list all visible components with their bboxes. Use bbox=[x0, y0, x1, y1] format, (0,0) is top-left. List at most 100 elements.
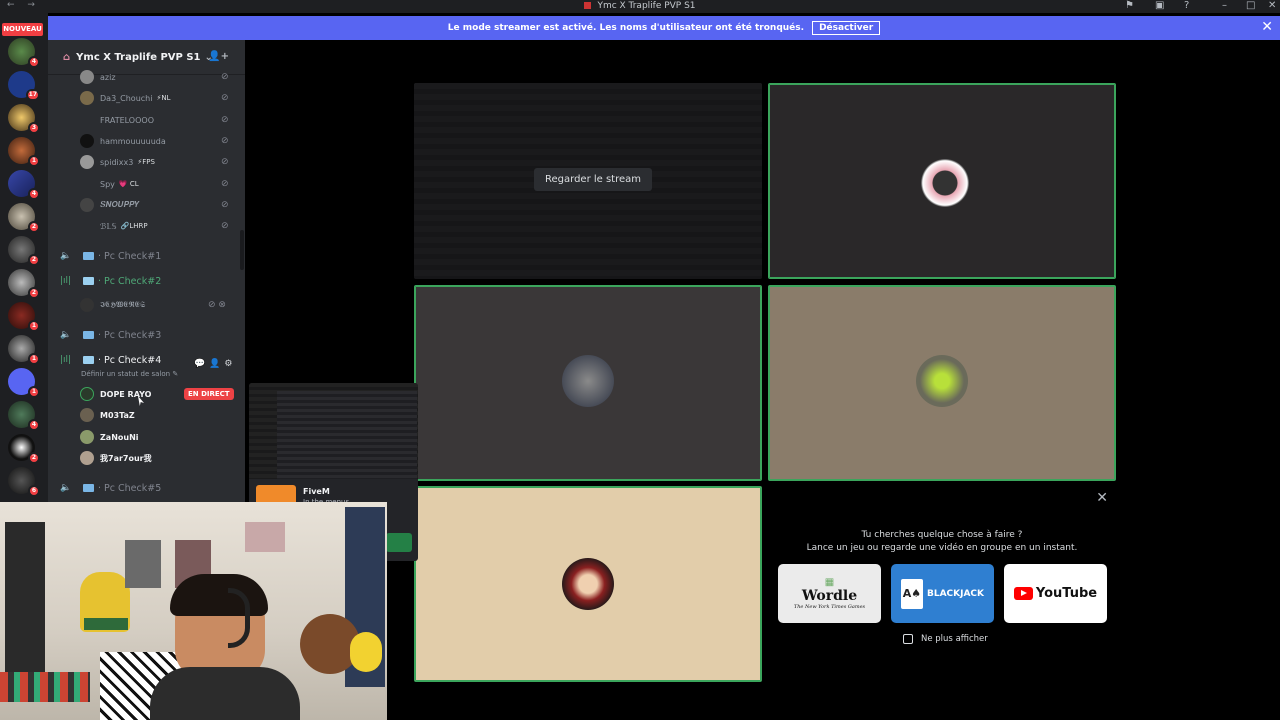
server-icon[interactable]: 4 bbox=[8, 401, 40, 431]
card-title: BLACKJACK bbox=[926, 588, 985, 599]
participant-tile[interactable] bbox=[768, 83, 1116, 279]
channel-name: Pc Check#1 bbox=[104, 250, 162, 262]
avatar bbox=[80, 198, 94, 212]
unread-badge: 2 bbox=[28, 221, 40, 233]
server-header[interactable]: ⌂ Ymc X Traplife PVP S1 ⌄ 👤+ bbox=[48, 40, 245, 75]
blackjack-card[interactable]: A♠ BLACKJACK bbox=[891, 564, 994, 623]
unread-badge: 4 bbox=[28, 188, 40, 200]
server-icon[interactable]: 3 bbox=[8, 104, 40, 134]
server-icon[interactable]: 17 bbox=[8, 71, 40, 101]
checkbox[interactable] bbox=[903, 634, 913, 644]
voice-user[interactable]: 我7ar7our我 bbox=[80, 449, 152, 467]
voice-user[interactable]: spidixx3 ⚡FPS bbox=[80, 153, 155, 171]
voice-channel-pc-check-3[interactable]: 🔈 · Pc Check#3 bbox=[60, 326, 161, 344]
discord-icon[interactable]: 1 bbox=[8, 368, 40, 398]
voice-user[interactable]: hammouuuuuda bbox=[80, 132, 166, 150]
voice-user[interactable]: Da3_Chouchi ⚡NL bbox=[80, 89, 171, 107]
unread-badge: 1 bbox=[28, 353, 40, 365]
stream-thumbnail bbox=[249, 383, 418, 479]
banner-close-icon[interactable]: ✕ bbox=[1261, 19, 1273, 35]
close-icon[interactable]: ✕ bbox=[1096, 490, 1108, 506]
monitor-icon bbox=[83, 277, 94, 285]
channel-actions[interactable]: 💬👤⚙ bbox=[194, 359, 236, 369]
card-title: YouTube bbox=[1035, 586, 1098, 601]
add-member-icon[interactable]: 👤+ bbox=[208, 51, 229, 62]
server-icon[interactable]: 2 bbox=[8, 203, 40, 233]
channel-name: Pc Check#4 bbox=[104, 354, 162, 366]
kick-sign bbox=[84, 618, 128, 630]
avatar bbox=[80, 219, 94, 233]
user-name: ZaNouNi bbox=[100, 432, 139, 442]
voice-user[interactable]: ZaNouNi bbox=[80, 428, 139, 446]
voice-user[interactable]: 𝕴𝕮𝕳𝖂𝕰𝕽𝕰𝕾 bbox=[80, 296, 145, 314]
deactivate-button[interactable]: Désactiver bbox=[812, 21, 881, 35]
deafened-icon: ⊘ bbox=[221, 200, 229, 210]
monitor-icon bbox=[83, 484, 94, 492]
game-name: FiveM bbox=[303, 487, 330, 496]
avatar bbox=[80, 408, 94, 422]
title-bar: ← → Ymc X Traplife PVP S1 ⚑ ▣ ? – □ ✕ bbox=[0, 0, 1280, 13]
server-icon[interactable]: 1 bbox=[8, 335, 40, 365]
server-icon[interactable]: 2 bbox=[8, 236, 40, 266]
voice-user[interactable]: M03TaZ bbox=[80, 406, 135, 424]
voice-channel-pc-check-2[interactable]: |ıl| · Pc Check#2 bbox=[60, 272, 161, 290]
inbox-icon[interactable]: ⚑ bbox=[1125, 0, 1134, 12]
voice-user[interactable]: Spy 💗 CL bbox=[80, 175, 139, 193]
participant-tile[interactable] bbox=[414, 486, 762, 682]
playing-card-icon: A♠ bbox=[900, 578, 923, 609]
pikachu-plush bbox=[350, 632, 382, 672]
user-name: 𝕴𝕮𝕳𝖂𝕰𝕽𝕰𝕾 bbox=[100, 300, 146, 309]
speaker-icon: 🔈 bbox=[60, 483, 72, 493]
server-icon[interactable]: 1 bbox=[8, 137, 40, 167]
set-channel-status[interactable]: Définir un statut de salon ✎ bbox=[81, 370, 178, 378]
participant-tile[interactable] bbox=[414, 285, 762, 481]
activity-suggestions: ✕ Tu cherches quelque chose à faire ? La… bbox=[767, 486, 1117, 682]
scrollbar[interactable] bbox=[240, 230, 244, 270]
participant-tile[interactable] bbox=[768, 285, 1116, 481]
poster bbox=[245, 522, 285, 552]
deafened-icon: ⊘ bbox=[221, 179, 229, 189]
card-title: Wordle bbox=[801, 588, 858, 604]
minimize-icon[interactable]: – bbox=[1222, 0, 1227, 12]
voice-channel-pc-check-1[interactable]: 🔈 · Pc Check#1 bbox=[60, 247, 161, 265]
user-tag: ⚡NL bbox=[156, 94, 171, 102]
help-icon[interactable]: ? bbox=[1184, 0, 1189, 12]
join-button[interactable] bbox=[386, 533, 412, 552]
streamer-mode-banner: Le mode streamer est activé. Les noms d'… bbox=[48, 16, 1280, 40]
close-icon[interactable]: ✕ bbox=[1268, 0, 1276, 12]
banner-text: Le mode streamer est activé. Les noms d'… bbox=[447, 23, 805, 33]
avatar bbox=[917, 154, 973, 212]
stream-tile[interactable]: Regarder le stream bbox=[414, 83, 762, 279]
voice-user[interactable]: ℬ𝕃𝕊 🔗LHRP bbox=[80, 217, 148, 235]
watch-stream-button[interactable]: Regarder le stream bbox=[534, 168, 653, 191]
server-icon[interactable]: 2 bbox=[8, 269, 40, 299]
server-icon[interactable]: 4 bbox=[8, 38, 40, 68]
server-icon[interactable]: 4 bbox=[8, 170, 40, 200]
server-icon[interactable]: 1 bbox=[8, 302, 40, 332]
unread-badge: 17 bbox=[25, 89, 40, 101]
wordle-card[interactable]: ▦ Wordle The New York Times Games bbox=[778, 564, 881, 623]
user-tag: ⚡FPS bbox=[137, 158, 155, 166]
unread-badge: 2 bbox=[28, 254, 40, 266]
voice-channel-pc-check-4[interactable]: |ıl| · Pc Check#4 bbox=[60, 351, 161, 369]
monitor-icon bbox=[83, 252, 94, 260]
unread-badge: 3 bbox=[28, 122, 40, 134]
voice-channel-pc-check-5[interactable]: 🔈 · Pc Check#5 bbox=[60, 479, 161, 497]
dont-show-again[interactable]: Ne plus afficher bbox=[903, 634, 988, 644]
user-tag: 🔗LHRP bbox=[120, 222, 148, 230]
screen-icon[interactable]: ▣ bbox=[1155, 0, 1164, 12]
user-name: DOPE RAYO bbox=[100, 389, 152, 399]
youtube-card[interactable]: YouTube bbox=[1004, 564, 1107, 623]
unread-badge: 1 bbox=[28, 386, 40, 398]
voice-user[interactable]: aziz bbox=[80, 68, 116, 86]
maximize-icon[interactable]: □ bbox=[1246, 0, 1255, 12]
new-badge: NOUVEAU bbox=[2, 23, 43, 36]
server-icon[interactable]: 2 bbox=[8, 434, 40, 464]
voice-user[interactable]: FRATELOOOO bbox=[80, 111, 154, 129]
voice-user[interactable]: 𝑺𝑵𝑶𝑼𝑷𝑷𝒀 bbox=[80, 196, 139, 214]
user-name: aziz bbox=[100, 72, 116, 82]
unread-badge: 1 bbox=[28, 320, 40, 332]
server-icon[interactable]: 6 bbox=[8, 467, 40, 497]
user-tag: 💗 CL bbox=[118, 180, 139, 188]
unread-badge: 2 bbox=[28, 287, 40, 299]
